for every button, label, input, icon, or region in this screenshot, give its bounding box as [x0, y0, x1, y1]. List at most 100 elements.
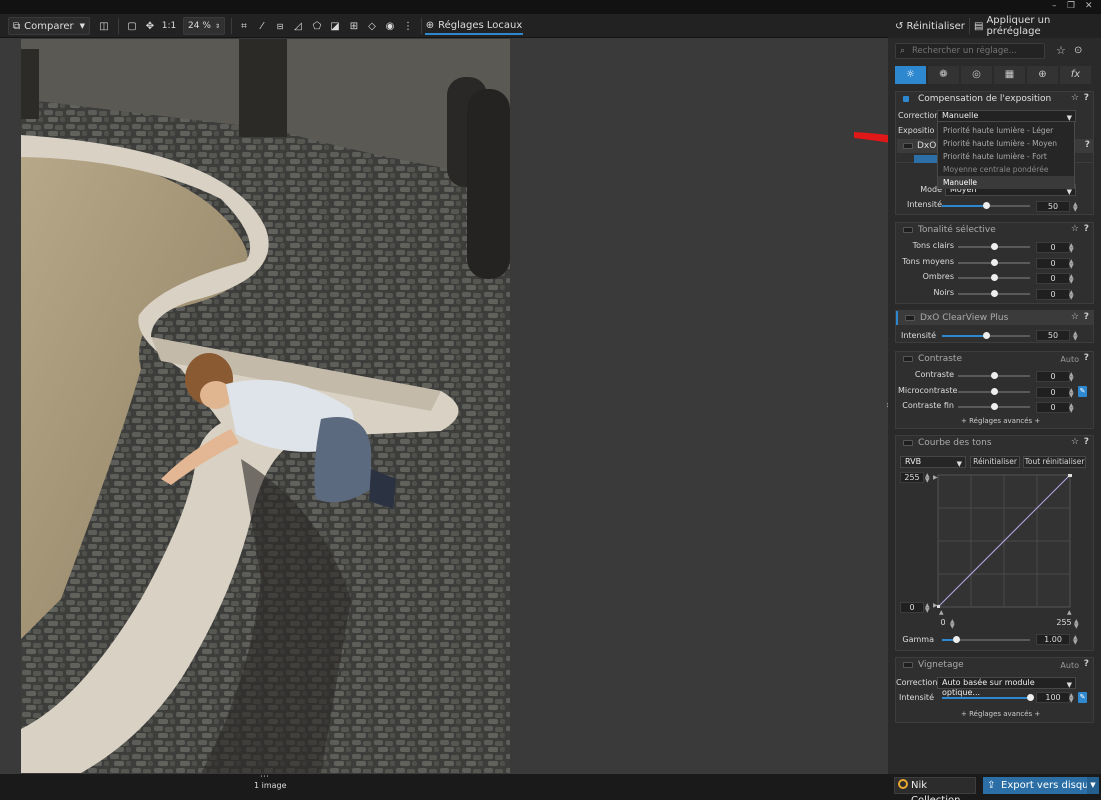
tone-curve-graph[interactable] — [937, 474, 1073, 608]
star-icon[interactable]: ☆ — [1071, 437, 1079, 447]
output-max-handle-icon[interactable]: ▶ — [933, 474, 938, 481]
volume-deformation-icon[interactable]: ◪ — [327, 17, 343, 35]
advanced-settings-link[interactable]: + Réglages avancés + — [961, 417, 1040, 425]
fit-icon[interactable]: ▢ — [125, 17, 139, 35]
apply-preset-button[interactable]: ▤ Appliquer un préréglage — [974, 15, 1100, 37]
magic-wand-icon[interactable]: ✎ — [1078, 386, 1087, 397]
slider-knob[interactable] — [991, 243, 998, 250]
input-min-value[interactable]: 0 — [936, 618, 950, 629]
input-max-handle-icon[interactable]: ▲ — [1067, 609, 1072, 616]
exposure-header[interactable]: Compensation de l'exposition ☆ ? — [896, 92, 1093, 106]
contrast-toggle[interactable] — [903, 356, 913, 362]
chevron-down-icon[interactable]: ▼ — [1087, 777, 1099, 794]
slider-value[interactable]: 0 — [1036, 242, 1070, 253]
slider-value[interactable]: 0 — [1036, 288, 1070, 300]
image-viewer[interactable]: › — [0, 38, 936, 774]
search-input[interactable] — [912, 45, 1042, 57]
slider-value[interactable]: 0 — [1036, 257, 1070, 269]
crop-icon[interactable]: ⌗ — [237, 17, 251, 35]
photo-preview[interactable] — [21, 39, 510, 773]
spinner-icon[interactable]: ▲ ▼ — [1069, 387, 1074, 398]
repair-icon[interactable]: ◇ — [365, 17, 379, 35]
intensity-value[interactable]: 50 — [1036, 201, 1070, 212]
move-icon[interactable]: ✥ — [143, 17, 157, 35]
menu-item-highlight-light[interactable]: Priorité haute lumière - Léger — [938, 124, 1074, 137]
contrast-header[interactable]: Contraste Auto ? — [896, 352, 1093, 366]
star-icon[interactable]: ☆ — [1071, 312, 1079, 322]
spinner-icon[interactable]: ▲ ▼ — [1069, 274, 1074, 285]
clearview-intensity-value[interactable]: 50 — [1036, 330, 1070, 341]
overlay-icon[interactable]: ⋮ — [401, 17, 415, 35]
spinner-icon[interactable]: ▲ ▼ — [950, 619, 955, 630]
slider-value[interactable]: 0 — [1036, 371, 1070, 382]
grid-icon[interactable]: ⊞ — [347, 17, 361, 35]
spinner-icon[interactable]: ▲ ▼ — [925, 603, 930, 614]
menu-item-manual[interactable]: Manuelle — [938, 176, 1074, 189]
slider-knob[interactable] — [991, 289, 998, 297]
slider-knob[interactable] — [991, 274, 998, 281]
slider-value[interactable]: 0 — [1036, 273, 1070, 284]
clearview-toggle[interactable] — [905, 315, 915, 321]
smart-lighting-toggle[interactable] — [903, 143, 913, 149]
minimize-icon[interactable]: – — [1052, 1, 1057, 11]
local-adjustments-button[interactable]: ⊕ Réglages Locaux — [425, 17, 523, 35]
magic-wand-icon[interactable]: ✎ — [1078, 692, 1087, 703]
slider-knob[interactable] — [991, 403, 998, 410]
vignetting-advanced-settings-link[interactable]: + Réglages avancés + — [961, 710, 1040, 718]
vignetting-correction-dropdown[interactable]: Auto basée sur module optique... ▼ — [937, 677, 1076, 697]
restore-icon[interactable]: ❐ — [1067, 1, 1075, 11]
nik-collection-button[interactable]: Nik Collection — [894, 777, 976, 800]
export-button[interactable]: ⇪ Export vers disque ▼ — [983, 777, 1099, 794]
help-icon[interactable]: ? — [1084, 659, 1089, 669]
eyedropper-icon[interactable]: ⁄ — [255, 17, 269, 35]
help-icon[interactable]: ? — [1084, 312, 1089, 322]
zoom-select[interactable]: 24 % ⇕ — [183, 17, 225, 35]
clearview-slider-knob[interactable] — [983, 332, 990, 339]
spinner-icon[interactable]: ▲ ▼ — [1074, 619, 1079, 630]
help-icon[interactable]: ? — [1084, 437, 1089, 447]
spinner-icon[interactable]: ▲ ▼ — [1069, 693, 1074, 704]
vignetting-header[interactable]: Vignetage Auto ? — [896, 658, 1093, 672]
reset-button[interactable]: ↺ Réinitialiser — [892, 17, 968, 35]
spinner-icon[interactable]: ▲ ▼ — [1073, 202, 1078, 213]
menu-item-highlight-strong[interactable]: Priorité haute lumière - Fort — [938, 150, 1074, 163]
star-icon[interactable]: ☆ — [1071, 93, 1079, 103]
menu-item-center-weighted[interactable]: Moyenne centrale pondérée — [938, 163, 1074, 176]
input-max-value[interactable]: 255 — [1054, 618, 1074, 629]
perspective-8pt-icon[interactable]: ⬠ — [309, 17, 325, 35]
detail-icon[interactable]: ◎ — [961, 66, 992, 84]
selective-tone-toggle[interactable] — [903, 227, 913, 233]
light-icon[interactable]: ☼ — [895, 66, 926, 84]
help-icon[interactable]: ? — [1084, 224, 1089, 234]
selective-tone-header[interactable]: Tonalité sélective ☆ ? — [896, 223, 1093, 237]
local-icon[interactable]: ⊕ — [1027, 66, 1058, 84]
input-min-handle-icon[interactable]: ▲ — [939, 609, 944, 616]
intensity-slider-knob[interactable] — [983, 202, 990, 209]
output-min-handle-icon[interactable]: ▶ — [933, 602, 938, 609]
color-icon[interactable]: ❁ — [928, 66, 959, 84]
spinner-icon[interactable]: ▲ ▼ — [1069, 258, 1074, 269]
zoom-1to1-button[interactable]: 1:1 — [161, 17, 177, 35]
slider-value[interactable]: 0 — [1036, 402, 1070, 413]
help-icon[interactable]: ? — [1084, 353, 1089, 363]
contrast-auto-label[interactable]: Auto — [1060, 355, 1079, 364]
geometry-icon[interactable]: ▦ — [994, 66, 1025, 84]
horizon-icon[interactable]: ⊟ — [271, 17, 289, 35]
chevron-down-icon[interactable]: ▼ — [80, 22, 85, 30]
menu-item-highlight-medium[interactable]: Priorité haute lumière - Moyen — [938, 137, 1074, 150]
curve-reset-all-button[interactable]: Tout réinitialiser — [1023, 456, 1086, 468]
eye-icon[interactable]: ◉ — [383, 17, 397, 35]
search-field[interactable]: ⌕ — [895, 43, 1045, 59]
gamma-value[interactable]: 1.00 — [1036, 634, 1070, 645]
perspective-icon[interactable]: ◿ — [291, 17, 305, 35]
fx-icon[interactable]: fx — [1060, 66, 1091, 84]
spinner-icon[interactable]: ▲ ▼ — [1069, 243, 1074, 254]
slider-value[interactable]: 0 — [1036, 386, 1070, 398]
curve-reset-button[interactable]: Réinitialiser — [970, 456, 1020, 468]
output-max-value[interactable]: 255 — [900, 472, 924, 483]
compare-button[interactable]: ⧉ Comparer ▼ — [8, 17, 90, 35]
vignetting-auto-label[interactable]: Auto — [1060, 661, 1079, 670]
slider-knob[interactable] — [991, 258, 998, 266]
favorites-star-icon[interactable]: ☆ — [1056, 44, 1066, 57]
tone-curve-toggle[interactable] — [903, 440, 913, 446]
